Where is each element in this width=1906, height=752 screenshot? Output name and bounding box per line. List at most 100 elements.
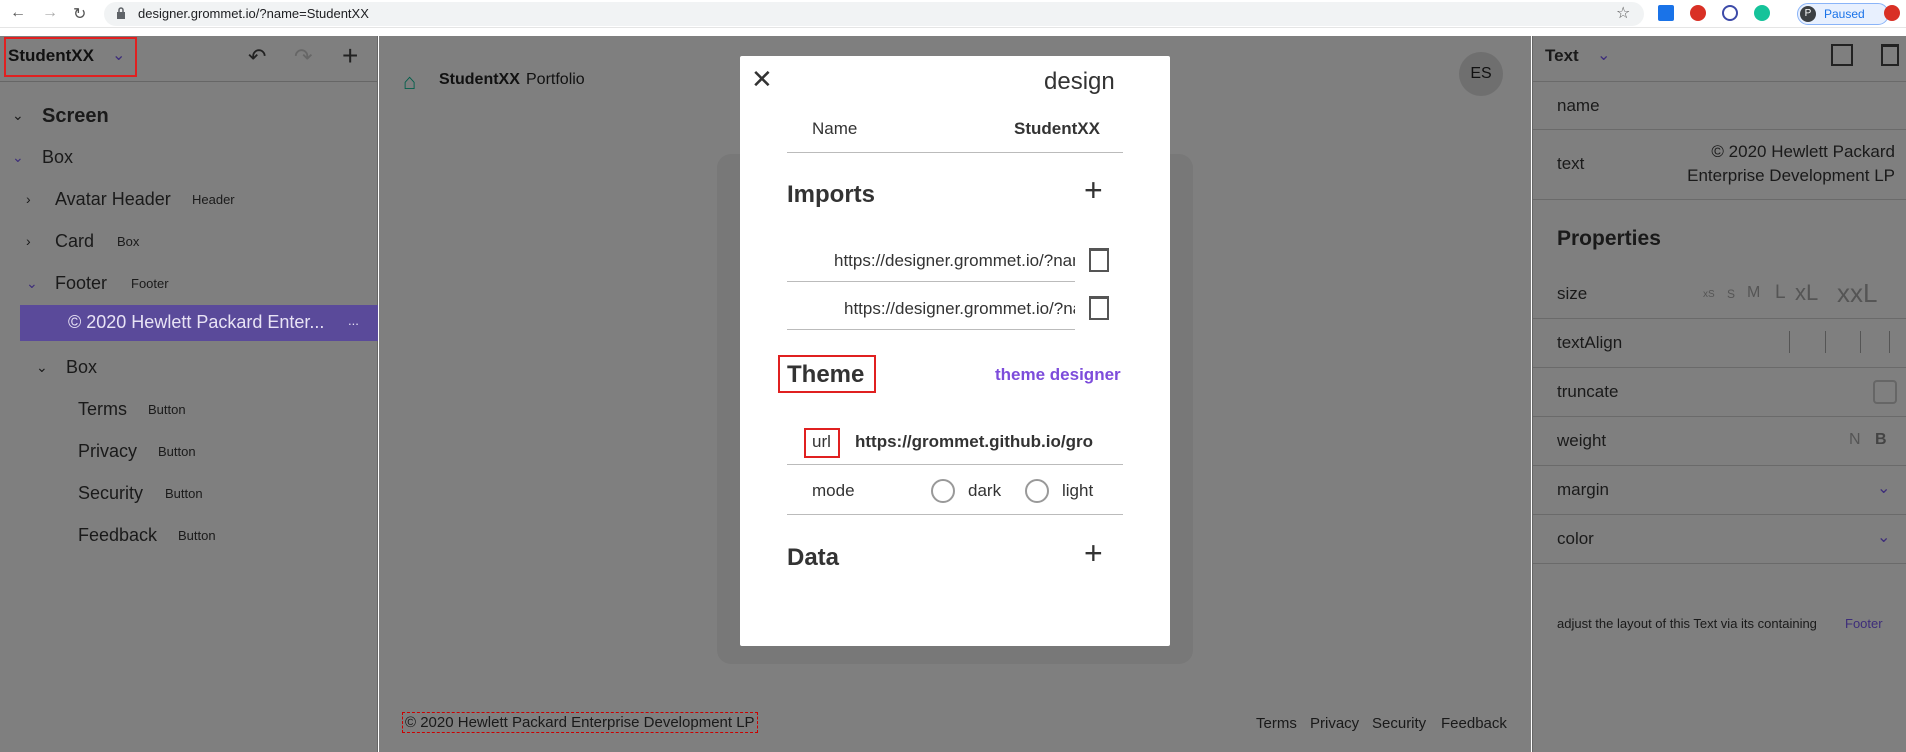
chevron-down-icon[interactable]: ⌄ [26, 275, 38, 292]
add-icon[interactable]: + [342, 40, 358, 72]
size-option-xl[interactable]: xL [1795, 280, 1818, 306]
weight-label: weight [1557, 431, 1607, 450]
chevron-down-icon[interactable]: ⌄ [36, 359, 48, 376]
size-option-s[interactable]: S [1727, 287, 1735, 301]
weight-option-bold[interactable]: B [1875, 431, 1887, 449]
trash-icon[interactable] [1089, 248, 1109, 272]
text-field-row[interactable]: text © 2020 Hewlett Packard Enterprise D… [1533, 130, 1906, 200]
component-type-label[interactable]: Text [1545, 46, 1579, 66]
theme-designer-link[interactable]: theme designer [995, 365, 1121, 385]
reload-icon[interactable]: ↻ [73, 4, 86, 24]
margin-label: margin [1557, 480, 1609, 499]
mode-dark-radio[interactable] [931, 479, 955, 503]
size-option-m[interactable]: M [1747, 284, 1760, 302]
chevron-down-icon[interactable]: ⌄ [12, 149, 24, 166]
weight-row: weight N B [1533, 417, 1906, 466]
tree-label: Privacy [78, 441, 138, 461]
tree-item-security[interactable]: Security Button [0, 473, 378, 515]
import-url-field[interactable]: https://designer.grommet.io/?name=... [787, 240, 1075, 282]
profile-paused-button[interactable]: P Paused [1797, 3, 1889, 25]
tree-type: Button [158, 444, 196, 459]
adblock-icon[interactable] [1690, 5, 1706, 21]
tree-type: Box [117, 234, 140, 249]
grammarly-icon[interactable] [1754, 5, 1770, 21]
bookmark-star-icon[interactable]: ☆ [1616, 3, 1630, 23]
mode-light-radio[interactable] [1025, 479, 1049, 503]
tree-item-box[interactable]: ⌄ Box [0, 347, 378, 389]
properties-heading: Properties [1557, 227, 1661, 250]
tree-label: Footer [55, 273, 108, 293]
footer-link[interactable]: Footer [1845, 616, 1883, 631]
avatar[interactable]: ES [1459, 52, 1503, 96]
textalign-row: textAlign [1533, 319, 1906, 368]
tree-label: Avatar Header [55, 189, 171, 209]
trash-icon[interactable] [1089, 296, 1109, 320]
textalign-end-icon[interactable] [1889, 331, 1890, 353]
size-option-xs[interactable]: xS [1703, 289, 1715, 300]
size-row: size xS S M L xL xxL [1533, 270, 1906, 319]
component-type-header: Text ⌄ [1533, 36, 1906, 82]
footer-link-feedback[interactable]: Feedback [1441, 715, 1507, 732]
textalign-label: textAlign [1557, 333, 1623, 352]
import-url-field[interactable]: https://designer.grommet.io/?name=... [787, 288, 1075, 330]
home-icon[interactable]: ⌂ [403, 69, 416, 95]
text-value-input[interactable]: © 2020 Hewlett Packard Enterprise Develo… [1663, 140, 1895, 188]
block-icon[interactable] [1722, 5, 1738, 21]
tree-type: Button [148, 402, 186, 417]
import-url-text[interactable]: https://designer.grommet.io/?name=... [834, 251, 1075, 271]
tree-item-box[interactable]: ⌄ Box [0, 137, 378, 179]
duplicate-icon[interactable] [1831, 44, 1853, 66]
properties-panel: Text ⌄ name text © 2020 Hewlett Packard … [1532, 36, 1906, 752]
chevron-right-icon[interactable]: › [26, 233, 31, 249]
close-icon[interactable]: ✕ [751, 66, 773, 92]
update-icon[interactable] [1884, 5, 1900, 21]
name-value-input[interactable]: StudentXX [1014, 119, 1100, 139]
truncate-row: truncate [1533, 368, 1906, 417]
extension-icon[interactable] [1658, 5, 1674, 21]
margin-row[interactable]: margin ⌄ [1533, 466, 1906, 515]
tree-item-screen[interactable]: ⌄ Screen [0, 95, 378, 137]
truncate-checkbox[interactable] [1873, 380, 1897, 404]
add-data-icon[interactable]: + [1084, 537, 1103, 569]
address-bar[interactable]: designer.grommet.io/?name=StudentXX [104, 2, 1644, 26]
tree-item-selected-text[interactable]: © 2020 Hewlett Packard Enter... ... [20, 305, 378, 341]
theme-url-input[interactable]: https://grommet.github.io/grommet-theme-… [850, 421, 1093, 463]
footer-link-security[interactable]: Security [1372, 715, 1426, 732]
profile-avatar: P [1800, 6, 1816, 22]
tree-item-feedback[interactable]: Feedback Button [0, 515, 378, 557]
footer-link-terms[interactable]: Terms [1256, 715, 1297, 732]
add-import-icon[interactable]: + [1084, 174, 1103, 206]
truncate-label: truncate [1557, 382, 1619, 401]
chevron-right-icon[interactable]: › [26, 191, 31, 207]
mode-dark-label[interactable]: dark [968, 481, 1001, 501]
chevron-down-icon[interactable]: ⌄ [1877, 478, 1890, 498]
size-option-xxl[interactable]: xxL [1837, 278, 1877, 309]
highlight-box [804, 428, 840, 458]
import-url-text[interactable]: https://designer.grommet.io/?name=... [844, 299, 1075, 319]
tree-item-avatar-header[interactable]: › Avatar Header Header [0, 179, 378, 221]
name-field-row[interactable]: name [1533, 82, 1906, 130]
tree-label: Screen [42, 105, 109, 127]
undo-icon[interactable]: ↶ [248, 44, 266, 70]
url-text: designer.grommet.io/?name=StudentXX [138, 6, 369, 21]
forward-arrow-icon[interactable]: → [42, 4, 58, 22]
weight-option-normal[interactable]: N [1849, 431, 1861, 449]
tree-item-card[interactable]: › Card Box [0, 221, 378, 263]
size-option-l[interactable]: L [1775, 282, 1786, 304]
color-row[interactable]: color ⌄ [1533, 515, 1906, 564]
tree-item-footer[interactable]: ⌄ Footer Footer [0, 263, 378, 305]
mode-light-label[interactable]: light [1062, 481, 1093, 501]
tree-item-privacy[interactable]: Privacy Button [0, 431, 378, 473]
footer-link-privacy[interactable]: Privacy [1310, 715, 1359, 732]
footer-copyright-text[interactable]: © 2020 Hewlett Packard Enterprise Develo… [402, 712, 758, 733]
chevron-down-icon[interactable]: ⌄ [1597, 45, 1610, 65]
textalign-center-icon[interactable] [1825, 331, 1861, 353]
tree-type: Button [165, 486, 203, 501]
trash-icon[interactable] [1881, 44, 1899, 66]
redo-icon[interactable]: ↷ [294, 44, 312, 70]
chevron-down-icon[interactable]: ⌄ [1877, 527, 1890, 547]
theme-url-text[interactable]: https://grommet.github.io/grommet-theme-… [855, 432, 1093, 452]
chevron-down-icon[interactable]: ⌄ [12, 107, 24, 124]
back-arrow-icon[interactable]: ← [10, 4, 26, 22]
tree-item-terms[interactable]: Terms Button [0, 389, 378, 431]
